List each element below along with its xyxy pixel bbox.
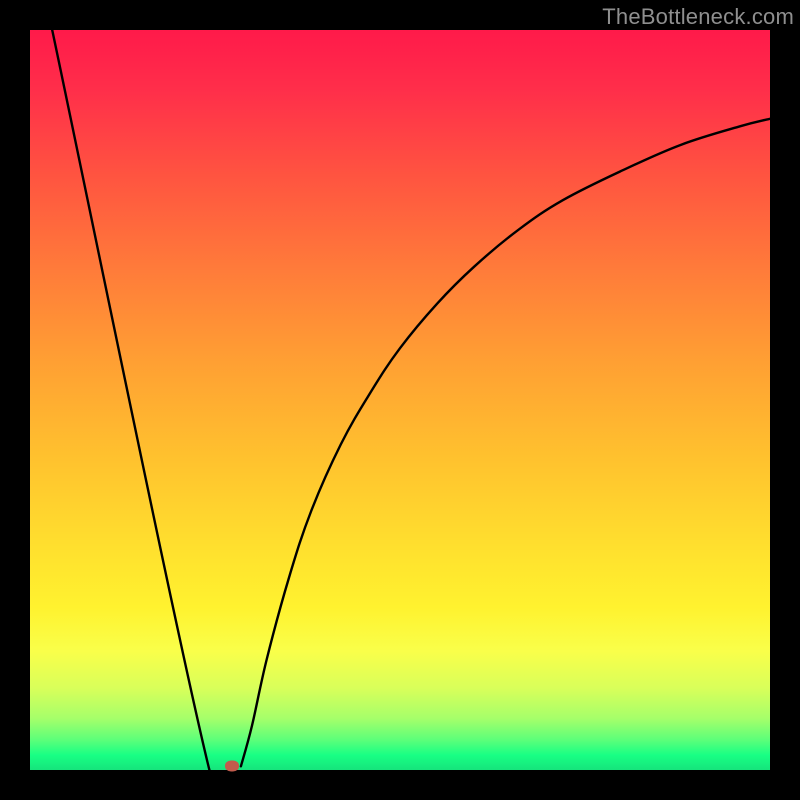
- curve-svg: [30, 30, 770, 770]
- gradient-plot-area: [30, 30, 770, 770]
- watermark-text: TheBottleneck.com: [602, 4, 794, 30]
- bottleneck-curve-right: [241, 119, 770, 767]
- chart-frame: TheBottleneck.com: [0, 0, 800, 800]
- optimal-point-marker: [225, 760, 239, 771]
- bottleneck-curve-left: [52, 30, 230, 770]
